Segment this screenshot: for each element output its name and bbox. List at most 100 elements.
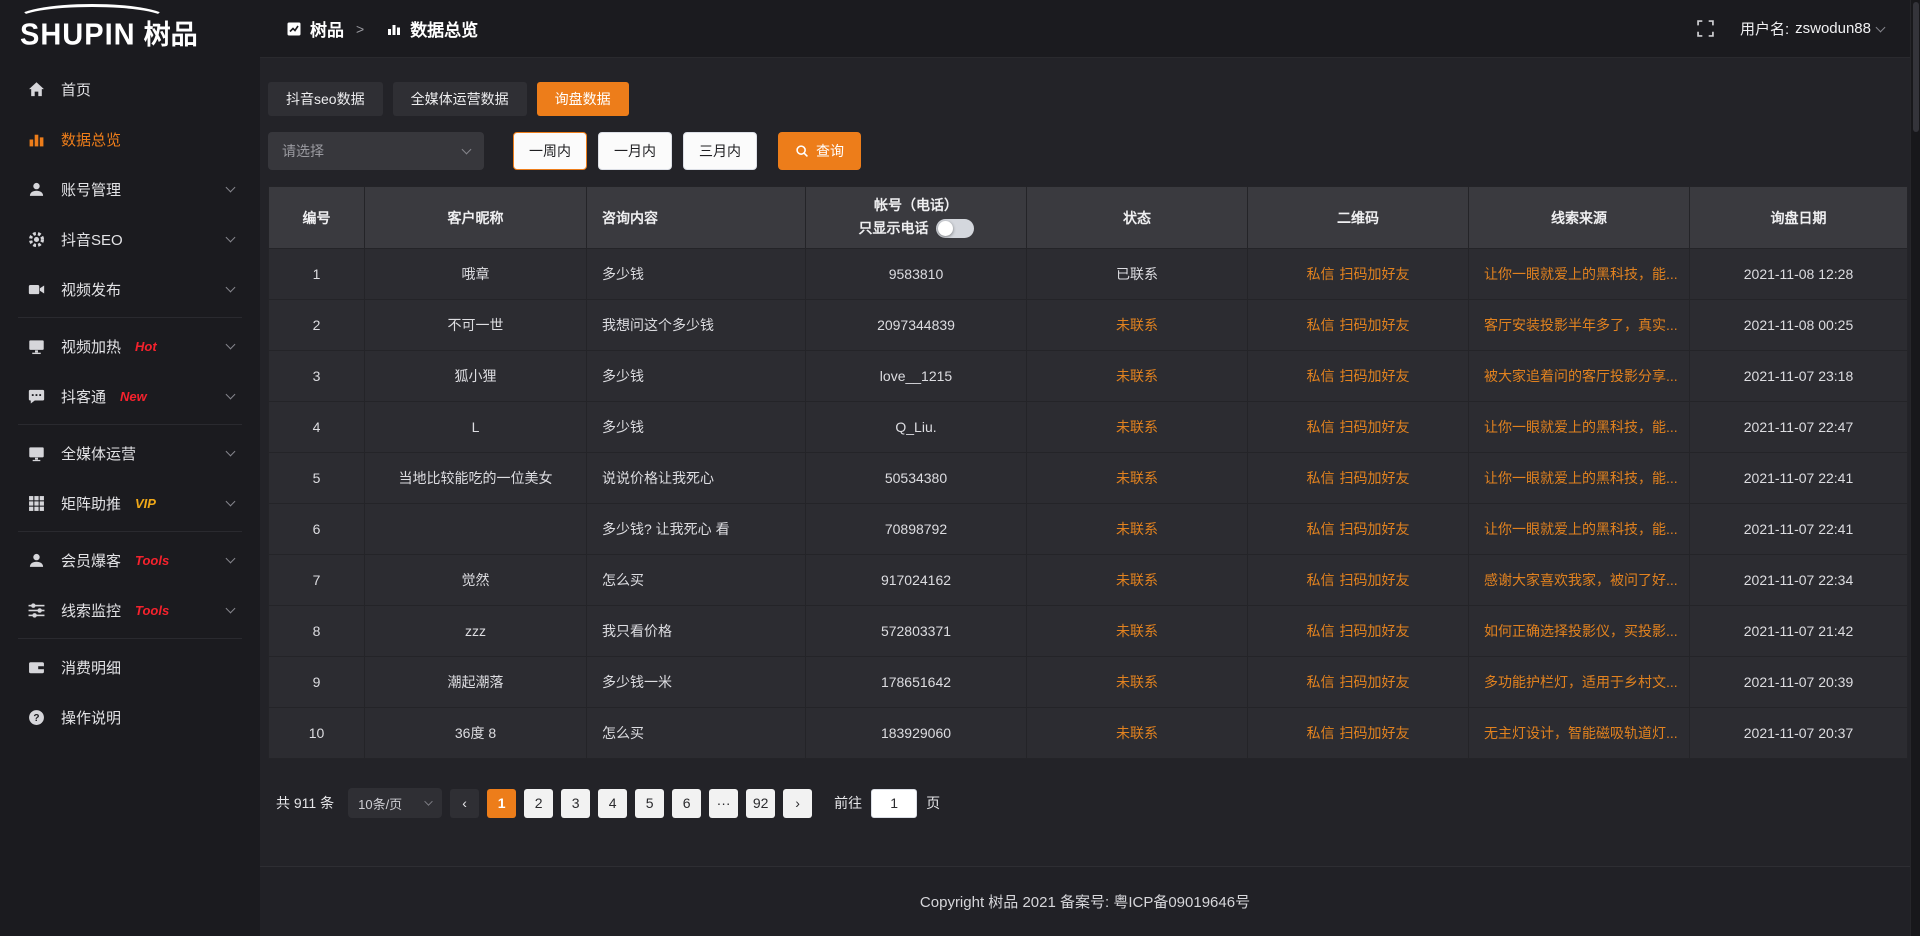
private-message-link[interactable]: 私信	[1307, 572, 1335, 588]
col-content: 咨询内容	[587, 187, 806, 249]
next-page-button[interactable]: ›	[783, 789, 812, 818]
page-button[interactable]: 3	[561, 789, 590, 818]
chat-icon	[28, 387, 46, 405]
fullscreen-icon[interactable]	[1697, 20, 1714, 37]
private-message-link[interactable]: 私信	[1307, 470, 1335, 486]
page-button[interactable]: 5	[635, 789, 664, 818]
private-message-link[interactable]: 私信	[1307, 725, 1335, 741]
cell-status: 未联系	[1027, 351, 1248, 402]
page-button[interactable]: 2	[524, 789, 553, 818]
cell-qrcode: 私信扫码加好友	[1248, 606, 1469, 657]
scan-add-friend-link[interactable]: 扫码加好友	[1340, 419, 1410, 435]
scan-add-friend-link[interactable]: 扫码加好友	[1340, 521, 1410, 537]
goto-page-input[interactable]	[871, 789, 917, 818]
scan-add-friend-link[interactable]: 扫码加好友	[1340, 317, 1410, 333]
range-one-week[interactable]: 一周内	[513, 132, 587, 170]
sidebar-item-guide[interactable]: ? 操作说明	[0, 692, 260, 742]
sidebar-item-label: 线索监控	[61, 600, 121, 621]
filter-select[interactable]: 请选择	[268, 132, 484, 170]
sidebar-item-label: 抖音SEO	[61, 229, 123, 250]
cell-id: 9	[269, 657, 365, 708]
brand-logo: SHUPIN 树品	[0, 0, 260, 58]
breadcrumb-current: 数据总览	[410, 16, 478, 41]
cell-id: 7	[269, 555, 365, 606]
cell-source[interactable]: 感谢大家喜欢我家，被问了好...	[1469, 555, 1690, 606]
user-menu[interactable]: 用户名: zswodun88	[1740, 18, 1884, 39]
sidebar-item-account-manage[interactable]: 账号管理	[0, 164, 260, 214]
table-row: 1 哦章 多少钱 9583810 已联系 私信扫码加好友 让你一眼就爱上的黑科技…	[269, 249, 1908, 300]
cell-qrcode: 私信扫码加好友	[1248, 555, 1469, 606]
scan-add-friend-link[interactable]: 扫码加好友	[1340, 470, 1410, 486]
private-message-link[interactable]: 私信	[1307, 419, 1335, 435]
sidebar-item-douketong[interactable]: 抖客通 New	[0, 371, 260, 421]
page-size-select[interactable]: 10条/页	[348, 788, 442, 818]
chevron-down-icon	[226, 339, 236, 349]
sidebar-item-video-publish[interactable]: 视频发布	[0, 264, 260, 314]
tab-inquiry-data[interactable]: 询盘数据	[537, 82, 629, 116]
table-row: 10 36度 8 怎么买 183929060 未联系 私信扫码加好友 无主灯设计…	[269, 708, 1908, 759]
prev-page-button[interactable]: ‹	[450, 789, 479, 818]
help-icon: ?	[28, 708, 46, 726]
scrollbar[interactable]	[1910, 0, 1920, 936]
page-button[interactable]: 4	[598, 789, 627, 818]
sidebar-item-video-heat[interactable]: 视频加热 Hot	[0, 321, 260, 371]
phone-only-toggle[interactable]	[936, 219, 974, 238]
col-date: 询盘日期	[1690, 187, 1908, 249]
page-button[interactable]: 92	[746, 789, 775, 818]
scan-add-friend-link[interactable]: 扫码加好友	[1340, 266, 1410, 282]
page-button[interactable]: 1	[487, 789, 516, 818]
cell-date: 2021-11-07 22:47	[1690, 402, 1908, 453]
sidebar-item-lead-monitor[interactable]: 线索监控 Tools	[0, 585, 260, 635]
sidebar-item-data-overview[interactable]: 数据总览	[0, 114, 260, 164]
scan-add-friend-link[interactable]: 扫码加好友	[1340, 674, 1410, 690]
breadcrumb-root[interactable]: 树品	[310, 16, 344, 41]
sidebar-item-member-burst[interactable]: 会员爆客 Tools	[0, 535, 260, 585]
cell-qrcode: 私信扫码加好友	[1248, 351, 1469, 402]
cell-source[interactable]: 让你一眼就爱上的黑科技，能...	[1469, 249, 1690, 300]
private-message-link[interactable]: 私信	[1307, 266, 1335, 282]
sidebar-item-spend-detail[interactable]: 消费明细	[0, 642, 260, 692]
cell-source[interactable]: 让你一眼就爱上的黑科技，能...	[1469, 453, 1690, 504]
cell-status: 已联系	[1027, 249, 1248, 300]
scrollbar-thumb[interactable]	[1913, 2, 1919, 132]
sidebar-item-label: 消费明细	[61, 657, 121, 678]
chevron-down-icon	[226, 496, 236, 506]
sidebar-item-douyin-seo[interactable]: 抖音SEO	[0, 214, 260, 264]
sliders-icon	[28, 601, 46, 619]
copyright-text: Copyright 树品 2021 备案号: 粤ICP备09019646号	[920, 891, 1250, 912]
cell-source[interactable]: 客厅安装投影半年多了，真实...	[1469, 300, 1690, 351]
cell-date: 2021-11-07 20:37	[1690, 708, 1908, 759]
cell-source[interactable]: 如何正确选择投影仪，买投影...	[1469, 606, 1690, 657]
private-message-link[interactable]: 私信	[1307, 521, 1335, 537]
search-button[interactable]: 查询	[778, 132, 861, 170]
sidebar-item-matrix-boost[interactable]: 矩阵助推 VIP	[0, 478, 260, 528]
range-one-month[interactable]: 一月内	[598, 132, 672, 170]
col-id: 编号	[269, 187, 365, 249]
scan-add-friend-link[interactable]: 扫码加好友	[1340, 368, 1410, 384]
scan-add-friend-link[interactable]: 扫码加好友	[1340, 623, 1410, 639]
cell-source[interactable]: 多功能护栏灯，适用于乡村文...	[1469, 657, 1690, 708]
scan-add-friend-link[interactable]: 扫码加好友	[1340, 572, 1410, 588]
cell-source[interactable]: 让你一眼就爱上的黑科技，能...	[1469, 402, 1690, 453]
tab-douyin-seo-data[interactable]: 抖音seo数据	[268, 82, 383, 116]
range-three-month[interactable]: 三月内	[683, 132, 757, 170]
cell-id: 3	[269, 351, 365, 402]
table-header: 编号 客户昵称 咨询内容 帐号（电话） 只显示电话 状态 二维码 线索来源 询盘…	[269, 187, 1908, 249]
private-message-link[interactable]: 私信	[1307, 674, 1335, 690]
page-button[interactable]: 6	[672, 789, 701, 818]
chevron-down-icon	[226, 603, 236, 613]
sidebar-item-home[interactable]: 首页	[0, 64, 260, 114]
private-message-link[interactable]: 私信	[1307, 623, 1335, 639]
breadcrumb-separator: >	[356, 21, 364, 37]
cell-qrcode: 私信扫码加好友	[1248, 249, 1469, 300]
page-ellipsis-button[interactable]: ···	[709, 789, 738, 818]
private-message-link[interactable]: 私信	[1307, 317, 1335, 333]
cell-source[interactable]: 无主灯设计，智能磁吸轨道灯...	[1469, 708, 1690, 759]
tab-omni-media-data[interactable]: 全媒体运营数据	[393, 82, 527, 116]
cell-content: 怎么买	[587, 555, 806, 606]
private-message-link[interactable]: 私信	[1307, 368, 1335, 384]
cell-source[interactable]: 让你一眼就爱上的黑科技，能...	[1469, 504, 1690, 555]
scan-add-friend-link[interactable]: 扫码加好友	[1340, 725, 1410, 741]
cell-source[interactable]: 被大家追着问的客厅投影分享...	[1469, 351, 1690, 402]
sidebar-item-omni-media[interactable]: 全媒体运营	[0, 428, 260, 478]
